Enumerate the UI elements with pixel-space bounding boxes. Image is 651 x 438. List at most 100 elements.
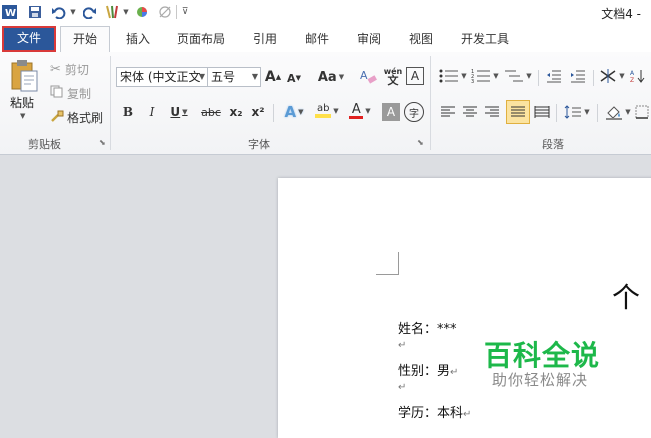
paragraph-separator: [593, 70, 594, 86]
justify-icon[interactable]: [506, 100, 530, 124]
cut-button[interactable]: ✂ 剪切: [50, 60, 89, 78]
paragraph-mark: ↵: [398, 340, 407, 351]
tab-view[interactable]: 视图: [400, 27, 442, 51]
doc-line-name[interactable]: 姓名：***: [398, 318, 457, 337]
text-effects-button[interactable]: A ▼: [280, 102, 308, 122]
border-label: A: [410, 69, 420, 83]
decrease-indent-icon[interactable]: [544, 66, 564, 86]
group-separator: [430, 56, 431, 150]
tab-page-layout[interactable]: 页面布局: [168, 27, 234, 51]
title-bar: W ▼ ▼ ⊽ 文档4 -: [0, 0, 651, 24]
painter-dropdown-icon[interactable]: ▼: [121, 3, 129, 21]
increase-indent-icon[interactable]: [568, 66, 588, 86]
distributed-icon[interactable]: [532, 102, 552, 122]
paste-label[interactable]: 粘贴: [10, 94, 34, 111]
tab-references[interactable]: 引用: [244, 27, 286, 51]
tab-review[interactable]: 审阅: [348, 27, 390, 51]
paragraph-shading-icon[interactable]: ▼: [603, 102, 633, 122]
font-separator: [273, 104, 274, 122]
tab-mailings[interactable]: 邮件: [296, 27, 338, 51]
undo-dropdown-icon[interactable]: ▼: [68, 3, 76, 21]
paragraph-mark: ↵: [398, 382, 407, 393]
character-border-button[interactable]: A: [406, 67, 424, 85]
bold-button[interactable]: B: [118, 102, 138, 122]
phonetic-guide-button[interactable]: wén 文: [382, 65, 404, 87]
font-launcher-icon[interactable]: ⬊: [417, 138, 424, 147]
format-painter-icon[interactable]: [103, 3, 121, 21]
underline-button[interactable]: U ▼: [166, 102, 192, 122]
customize-qat-icon[interactable]: ⊽: [180, 3, 190, 21]
paste-dropdown-icon[interactable]: ▼: [20, 112, 25, 120]
copy-icon: [50, 85, 63, 101]
chinese-layout-icon[interactable]: ▼: [598, 66, 626, 86]
scissors-icon: ✂: [50, 61, 61, 77]
align-left-icon[interactable]: [438, 102, 458, 122]
document-title-text[interactable]: 个: [612, 276, 640, 316]
clear-format-icon[interactable]: A: [357, 65, 379, 87]
format-painter-button[interactable]: 格式刷: [50, 108, 103, 126]
margin-corner-mark: [376, 252, 399, 275]
font-name-value: 宋体 (中文正文: [120, 70, 200, 84]
ribbon-tab-bar: 文件 开始 插入 页面布局 引用 邮件 审阅 视图 开发工具: [0, 24, 651, 53]
highlight-swatch: [315, 114, 332, 118]
enclose-characters-button[interactable]: 字: [404, 102, 424, 122]
character-shading-button[interactable]: A: [382, 103, 400, 121]
eraser-icon[interactable]: [156, 3, 174, 21]
bold-label: B: [122, 105, 134, 119]
document-page[interactable]: [278, 178, 651, 438]
font-size-value: 五号: [211, 70, 236, 84]
copy-button[interactable]: 复制: [50, 84, 91, 102]
borders-icon[interactable]: [634, 102, 650, 122]
italic-label: I: [149, 105, 155, 119]
education-label: 学历：: [398, 406, 438, 421]
phonetic-char: 文: [387, 74, 399, 87]
color-wheel-icon[interactable]: [134, 3, 150, 21]
redo-icon[interactable]: [82, 3, 98, 21]
paragraph-mark: ↵: [463, 409, 472, 420]
change-case-button[interactable]: Aa ▼: [317, 67, 345, 87]
watermark-subtitle: 助你轻松解决: [492, 371, 589, 389]
svg-text:A: A: [360, 69, 368, 82]
bullets-icon[interactable]: ▼: [438, 66, 468, 86]
font-color-button[interactable]: A ▼: [346, 100, 374, 122]
multilevel-list-icon[interactable]: ▼: [503, 66, 533, 86]
paragraph-separator: [538, 70, 539, 86]
font-size-select[interactable]: 五号 ▼: [207, 67, 261, 87]
line-spacing-icon[interactable]: ▼: [562, 102, 592, 122]
doc-line-education[interactable]: 学历：本科↵: [398, 402, 471, 421]
cut-label: 剪切: [64, 62, 89, 77]
subscript-button[interactable]: x₂: [226, 102, 246, 122]
copy-label: 复制: [67, 86, 92, 101]
align-right-icon[interactable]: [482, 102, 502, 122]
underline-label: U: [170, 105, 181, 119]
tab-developer[interactable]: 开发工具: [452, 27, 518, 51]
sort-icon[interactable]: AZ: [628, 66, 648, 86]
ribbon: 粘贴 ▼ ✂ 剪切 复制 格式刷 剪贴板 ⬊ 宋体 (中文正文 ▼ 五号 ▼ A…: [0, 52, 651, 155]
education-value: 本科: [437, 406, 464, 421]
italic-button[interactable]: I: [142, 102, 162, 122]
tab-home[interactable]: 开始: [60, 26, 110, 52]
save-icon[interactable]: [27, 3, 43, 21]
grow-font-button[interactable]: A ▲: [265, 67, 281, 87]
align-center-icon[interactable]: [460, 102, 480, 122]
format-painter-label: 格式刷: [67, 110, 104, 125]
highlight-button[interactable]: ab ▼: [312, 100, 342, 122]
paste-icon[interactable]: [4, 56, 44, 96]
enclose-label: 字: [409, 108, 419, 120]
group-separator: [110, 56, 111, 150]
qat-separator: [176, 5, 177, 19]
strikethrough-button[interactable]: abc: [198, 102, 224, 122]
paragraph-separator: [597, 104, 598, 122]
word-logo-icon[interactable]: W: [2, 3, 18, 21]
doc-line-gender[interactable]: 性别：男↵: [398, 360, 458, 379]
undo-icon[interactable]: [50, 3, 68, 21]
shrink-font-label: A: [287, 71, 296, 85]
font-name-select[interactable]: 宋体 (中文正文 ▼: [116, 67, 208, 87]
tab-file[interactable]: 文件: [2, 26, 56, 52]
superscript-button[interactable]: x²: [248, 102, 268, 122]
numbering-icon[interactable]: 1 2 3 ▼: [470, 66, 500, 86]
clipboard-launcher-icon[interactable]: ⬊: [99, 138, 106, 147]
tab-insert[interactable]: 插入: [116, 27, 160, 51]
gender-value: 男: [437, 364, 451, 379]
shrink-font-button[interactable]: A ▼: [286, 69, 302, 87]
